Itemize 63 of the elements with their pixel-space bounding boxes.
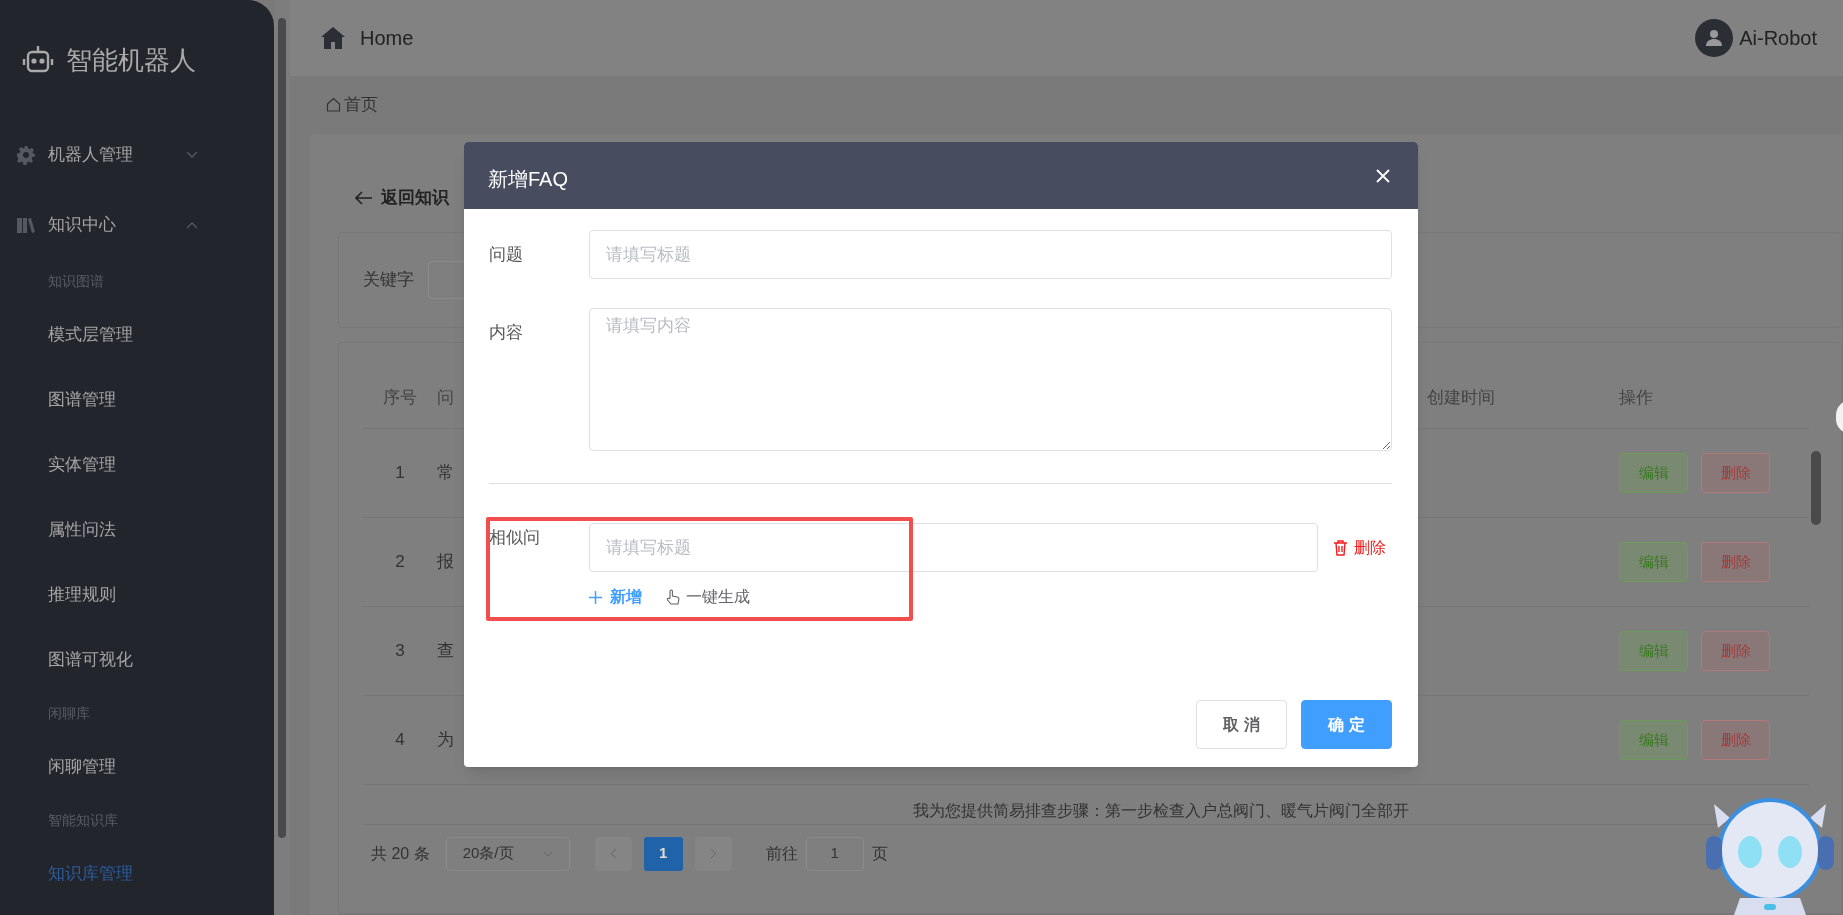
table-cell-text: 我为您提供简易排查步骤：第一步检查入户总阀门、暖气片阀门全部开 <box>913 801 1409 821</box>
trash-icon <box>1333 539 1348 556</box>
table-cell-text: 4 <box>394 729 406 752</box>
robot-icon <box>22 45 54 75</box>
chevron-icon <box>542 850 553 857</box>
table-cell-text: 1 <box>394 462 406 485</box>
page-button[interactable]: 1 <box>643 836 683 871</box>
page-title: Home <box>360 26 415 51</box>
menu-item[interactable]: 实体管理 <box>48 451 116 478</box>
menu-item[interactable]: 机器人管理 <box>0 120 274 190</box>
content-field[interactable]: 请填写内容 <box>589 308 1392 451</box>
menu-item[interactable]: 知识中心 <box>0 190 274 260</box>
column-header: 操作 <box>1619 386 1654 409</box>
avatar-icon[interactable] <box>1695 19 1734 57</box>
gear-icon <box>16 145 36 165</box>
books-icon <box>16 215 36 235</box>
plus-icon <box>589 590 602 604</box>
page-input[interactable]: 1 <box>805 836 864 871</box>
goto-suffix: 页 <box>871 843 888 864</box>
menu-item[interactable]: 属性问法 <box>48 516 116 543</box>
table-cell-text: 报 <box>437 551 455 574</box>
user-name[interactable]: Ai-Robot <box>1739 23 1817 53</box>
chevron-right-icon <box>709 848 717 859</box>
table-cell-text: 查 <box>437 640 455 663</box>
delete-link[interactable]: 删除 <box>1333 523 1386 572</box>
app-title: 智能机器人 <box>66 43 196 77</box>
scrollbar-thumb[interactable] <box>278 18 286 838</box>
back-arrow-icon[interactable] <box>355 191 373 205</box>
goto-label: 前往 <box>765 843 798 864</box>
menu-item[interactable]: 图谱管理 <box>48 386 116 413</box>
question-field[interactable]: 请填写标题 <box>589 230 1392 279</box>
home-icon[interactable] <box>320 26 346 50</box>
menu-item[interactable]: 闲聊管理 <box>48 753 116 780</box>
menu-item[interactable]: 模式层管理 <box>48 321 133 348</box>
scrollbar-thumb[interactable] <box>1811 451 1821 525</box>
menu-item[interactable]: 图谱可视化 <box>48 646 133 673</box>
similar-question-field[interactable]: 请填写标题 <box>589 523 1318 572</box>
back-link[interactable]: 返回知识 <box>381 185 449 211</box>
add-link[interactable]: 新增 <box>589 585 642 609</box>
generate-link[interactable]: 一键生成 <box>666 585 750 609</box>
field-label: 内容 <box>489 322 524 344</box>
home-icon <box>326 97 341 112</box>
column-header: 序号 <box>382 386 418 409</box>
breadcrumb-link[interactable]: 首页 <box>344 91 378 118</box>
table-cell-text: 常 <box>437 462 455 485</box>
close-icon[interactable] <box>1376 168 1390 183</box>
menu-item[interactable]: 推理规则 <box>48 581 116 608</box>
chevron-left-icon <box>609 848 617 859</box>
pointing-hand-icon <box>666 589 680 605</box>
column-header: 创建时间 <box>1427 386 1496 409</box>
table-cell-text: 为 <box>437 729 455 752</box>
dialog-title: 新增FAQ <box>488 166 568 192</box>
table-cell-text: 3 <box>394 640 406 663</box>
confirm-button[interactable]: 确 定 <box>1301 700 1392 749</box>
cancel-button[interactable]: 取 消 <box>1196 700 1287 749</box>
menu-item[interactable]: 知识库管理 <box>48 860 133 887</box>
column-header: 问 <box>437 386 455 409</box>
table-cell-text: 2 <box>394 551 406 574</box>
page-size-select[interactable]: 20条/页 <box>445 836 570 871</box>
field-label: 问题 <box>489 244 524 266</box>
field-label: 相似问 <box>489 527 541 549</box>
search-label: 关键字 <box>363 269 414 292</box>
total-count: 共 20 条 <box>371 843 430 864</box>
